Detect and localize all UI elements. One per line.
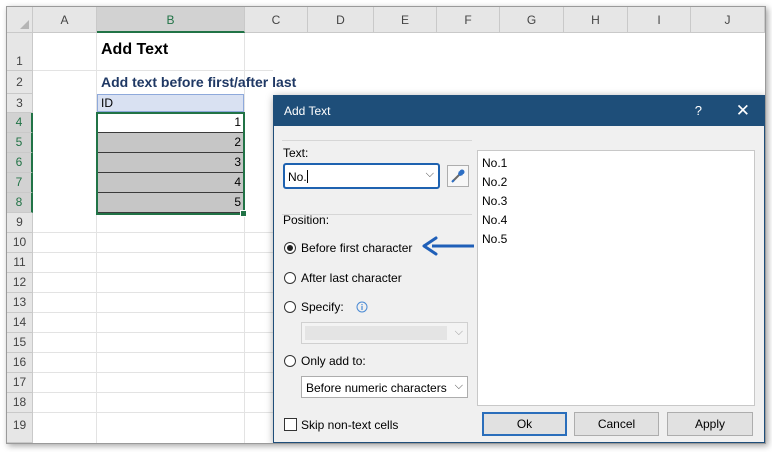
cancel-button[interactable]: Cancel (574, 412, 659, 436)
help-button[interactable]: ? (695, 103, 702, 118)
row-header-19[interactable]: 19 (7, 413, 33, 443)
gridline (33, 352, 273, 353)
row-header-8[interactable]: 8 (7, 193, 33, 213)
gridline (33, 412, 273, 413)
sheet-title: Add Text (101, 41, 169, 58)
excel-window: A B C D E F G H I J 1 2 3 4 5 6 7 8 9 10… (6, 6, 766, 444)
gridline (33, 392, 273, 393)
row-header-16[interactable]: 16 (7, 353, 33, 373)
radio-before-first[interactable] (284, 242, 296, 254)
gridline (33, 332, 273, 333)
only-add-to-value: Before numeric characters (306, 381, 447, 395)
sheet-subtitle: Add text before first/after last (101, 74, 297, 90)
column-header-d[interactable]: D (308, 7, 374, 33)
gridline (33, 372, 273, 373)
position-label: Position: (283, 213, 330, 227)
chevron-down-icon: ⌵ (454, 326, 463, 338)
row-header-4[interactable]: 4 (7, 113, 33, 133)
ok-button[interactable]: Ok (482, 412, 567, 436)
specify-position-select: ⌵ (301, 322, 468, 344)
column-header-e[interactable]: E (374, 7, 437, 33)
row-header-18[interactable]: 18 (7, 393, 33, 413)
row-header-5[interactable]: 5 (7, 133, 33, 153)
specify-position-field (305, 326, 447, 340)
close-button[interactable]: ✕ (736, 101, 750, 121)
gridline (33, 312, 273, 313)
row-header-6[interactable]: 6 (7, 153, 33, 173)
radio-only-add-to[interactable] (284, 355, 296, 367)
preview-line: No.1 (482, 156, 508, 170)
row-header-1[interactable]: 1 (7, 33, 33, 71)
gridline (33, 272, 273, 273)
gridline (33, 292, 273, 293)
column-header-j[interactable]: J (691, 7, 765, 33)
info-icon[interactable] (356, 301, 368, 313)
row-header-17[interactable]: 17 (7, 373, 33, 393)
row-header-7[interactable]: 7 (7, 173, 33, 193)
preview-list[interactable]: No.1 No.2 No.3 No.4 No.5 (477, 150, 755, 406)
selection-range (96, 112, 247, 217)
eyedropper-button[interactable] (447, 165, 469, 187)
skip-non-text-label[interactable]: Skip non-text cells (301, 418, 398, 432)
text-input-value: No. (288, 170, 308, 184)
row-header-13[interactable]: 13 (7, 293, 33, 313)
select-all-corner[interactable] (7, 7, 33, 33)
chevron-down-icon[interactable]: ⌵ (426, 168, 434, 181)
text-combo-input[interactable]: No. ⌵ (283, 163, 440, 189)
column-header-a[interactable]: A (33, 7, 97, 33)
before-first-label[interactable]: Before first character (301, 241, 412, 255)
row-header-15[interactable]: 15 (7, 333, 33, 353)
column-header-f[interactable]: F (437, 7, 500, 33)
column-header-c[interactable]: C (245, 7, 308, 33)
fill-handle[interactable] (240, 210, 247, 217)
gridline (33, 70, 273, 71)
arrow-left-icon (422, 236, 474, 256)
only-add-to-label[interactable]: Only add to: (301, 354, 366, 368)
eyedropper-icon (451, 169, 465, 183)
preview-line: No.3 (482, 194, 508, 208)
dialog-title: Add Text (284, 104, 331, 118)
column-header-i[interactable]: I (628, 7, 691, 33)
column-header-h[interactable]: H (564, 7, 628, 33)
radio-specify[interactable] (284, 301, 296, 313)
gridline (33, 252, 273, 253)
text-group-divider (282, 140, 472, 141)
row-header-14[interactable]: 14 (7, 313, 33, 333)
preview-line: No.2 (482, 175, 508, 189)
row-header-10[interactable]: 10 (7, 233, 33, 253)
after-last-label[interactable]: After last character (301, 271, 402, 285)
row-header-2[interactable]: 2 (7, 71, 33, 94)
preview-line: No.5 (482, 232, 508, 246)
dialog-title-bar[interactable]: Add Text ? ✕ (274, 96, 764, 126)
id-header-cell[interactable]: ID (97, 94, 244, 112)
text-label: Text: (283, 146, 309, 160)
column-header-b[interactable]: B (97, 7, 245, 33)
skip-non-text-checkbox[interactable] (284, 418, 297, 431)
preview-line: No.4 (482, 213, 508, 227)
column-header-g[interactable]: G (500, 7, 564, 33)
gridline (33, 232, 273, 233)
specify-label[interactable]: Specify: (301, 300, 344, 314)
row-header-11[interactable]: 11 (7, 253, 33, 273)
only-add-to-select[interactable]: Before numeric characters ⌵ (301, 376, 468, 398)
apply-button[interactable]: Apply (667, 412, 753, 436)
chevron-down-icon[interactable]: ⌵ (455, 380, 463, 393)
row-header-9[interactable]: 9 (7, 213, 33, 233)
row-header-12[interactable]: 12 (7, 273, 33, 293)
radio-after-last[interactable] (284, 272, 296, 284)
add-text-dialog: Add Text ? ✕ Text: No. ⌵ Position: Befor… (273, 95, 765, 443)
row-header-3[interactable]: 3 (7, 94, 33, 113)
gridline (244, 33, 245, 443)
